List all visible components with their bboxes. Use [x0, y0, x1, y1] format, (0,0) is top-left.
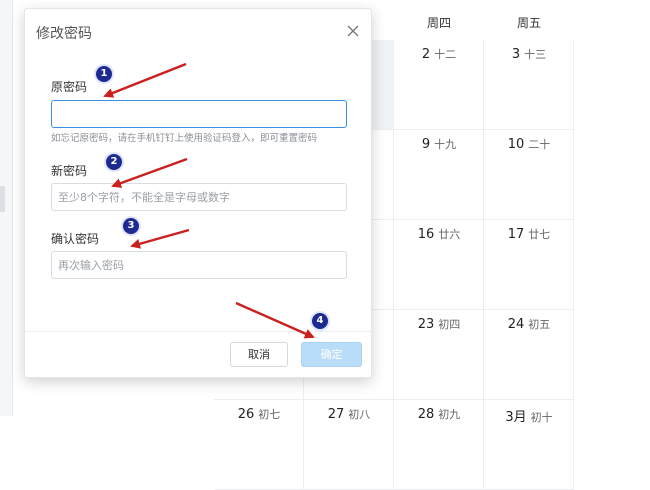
calendar-day-cell[interactable]: 3 十三 [484, 40, 574, 130]
day-label: 17 廿七 [484, 226, 574, 242]
close-icon[interactable] [345, 23, 361, 39]
lunar-date: 初四 [438, 318, 461, 331]
lunar-date: 十二 [434, 48, 457, 61]
dialog-footer-divider [25, 331, 371, 332]
step-badge-4: 4 [312, 313, 328, 329]
step-badge-2: 2 [106, 154, 122, 170]
lunar-date: 初九 [438, 408, 461, 421]
calendar-day-cell[interactable]: 10 二十 [484, 130, 574, 220]
calendar-day-cell[interactable]: 16 廿六 [394, 220, 484, 310]
lunar-date: 初十 [530, 411, 553, 424]
calendar-day-cell[interactable]: 17 廿七 [484, 220, 574, 310]
lunar-date: 二十 [528, 138, 551, 151]
lunar-date: 廿六 [438, 228, 461, 241]
day-label: 3 十三 [484, 46, 574, 62]
confirm-password-input[interactable] [51, 251, 347, 279]
day-number: 23 [417, 317, 435, 332]
day-number: 2 [421, 47, 431, 62]
calendar-day-cell[interactable]: 3月 初十 [484, 400, 574, 490]
day-number: 3月 [505, 410, 527, 425]
step-badge-1: 1 [96, 66, 112, 82]
day-label: 27 初八 [304, 406, 394, 422]
cancel-button[interactable]: 取消 [230, 342, 288, 367]
app-left-strip [0, 0, 13, 416]
old-password-hint: 如忘记原密码，请在手机钉钉上使用验证码登入，即可重置密码 [51, 133, 318, 144]
calendar-day-cell[interactable]: 27 初八 [304, 400, 394, 490]
calendar-day-cell[interactable]: 23 初四 [394, 310, 484, 400]
new-password-input[interactable] [51, 183, 347, 211]
day-number: 28 [417, 407, 435, 422]
calendar-day-cell[interactable]: 24 初五 [484, 310, 574, 400]
lunar-date: 十三 [524, 48, 547, 61]
weekday-label: 周四 [426, 16, 451, 30]
day-label: 28 初九 [394, 406, 484, 422]
old-password-input[interactable] [51, 100, 347, 128]
calendar-day-cell[interactable]: 2 十二 [394, 40, 484, 130]
day-number: 27 [327, 407, 345, 422]
day-label: 26 初七 [214, 406, 304, 422]
day-number: 10 [507, 137, 525, 152]
confirm-password-label: 确认密码 [51, 232, 100, 246]
calendar-day-cell[interactable]: 26 初七 [214, 400, 304, 490]
day-label: 2 十二 [394, 46, 484, 62]
day-label: 23 初四 [394, 316, 484, 332]
lunar-date: 初七 [258, 408, 281, 421]
lunar-date: 廿七 [528, 228, 551, 241]
lunar-date: 初八 [348, 408, 371, 421]
day-number: 24 [507, 317, 525, 332]
day-number: 3 [511, 47, 521, 62]
weekday-label: 周五 [516, 16, 541, 30]
lunar-date: 初五 [528, 318, 551, 331]
old-password-label: 原密码 [51, 80, 88, 94]
day-number: 16 [417, 227, 435, 242]
day-label: 24 初五 [484, 316, 574, 332]
left-tab-handle [0, 186, 5, 212]
dialog-title: 修改密码 [36, 26, 92, 42]
lunar-date: 十九 [434, 138, 457, 151]
step-badge-3: 3 [123, 218, 139, 234]
day-number: 17 [507, 227, 525, 242]
new-password-label: 新密码 [51, 164, 88, 178]
calendar-day-cell[interactable]: 28 初九 [394, 400, 484, 490]
day-number: 26 [237, 407, 255, 422]
day-label: 16 廿六 [394, 226, 484, 242]
day-label: 10 二十 [484, 136, 574, 152]
day-label: 9 十九 [394, 136, 484, 152]
confirm-button[interactable]: 确定 [301, 342, 362, 367]
calendar-day-cell[interactable]: 9 十九 [394, 130, 484, 220]
day-number: 9 [421, 137, 431, 152]
